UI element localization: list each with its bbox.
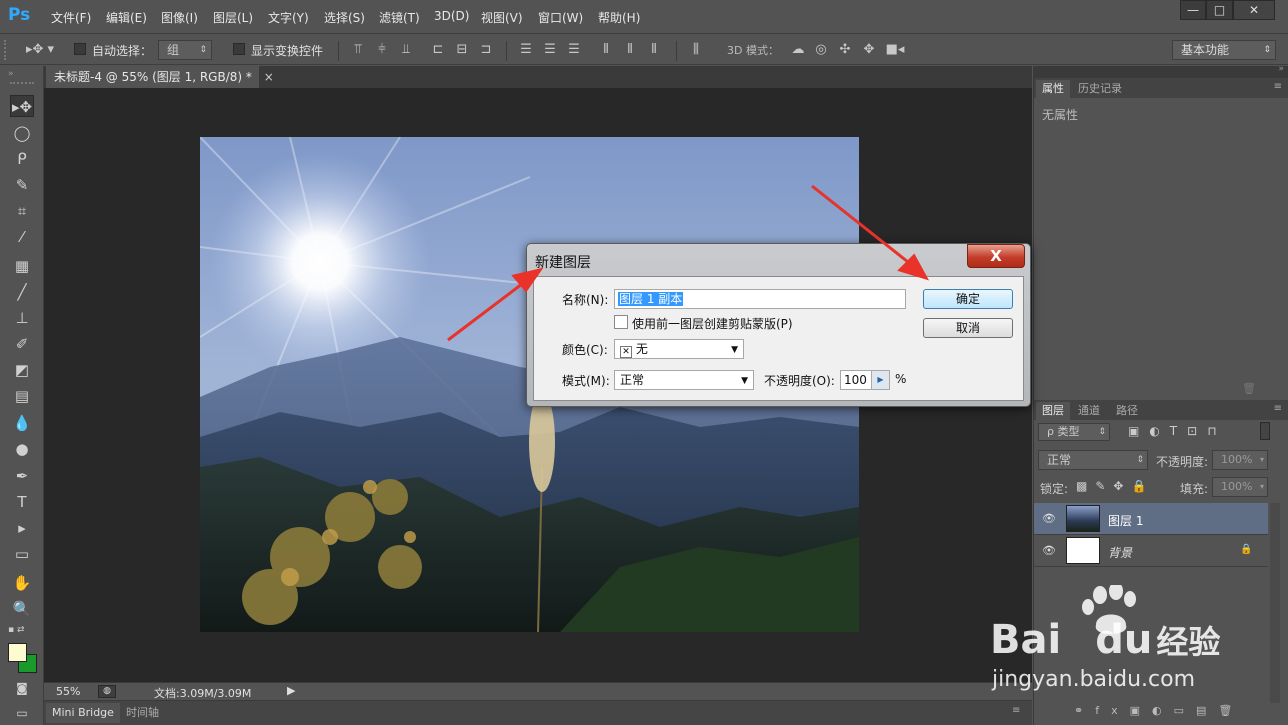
arrow-to-dialog-title xyxy=(447,282,523,342)
arrow-to-ok-button xyxy=(811,184,909,264)
annotation-arrows xyxy=(447,184,930,342)
